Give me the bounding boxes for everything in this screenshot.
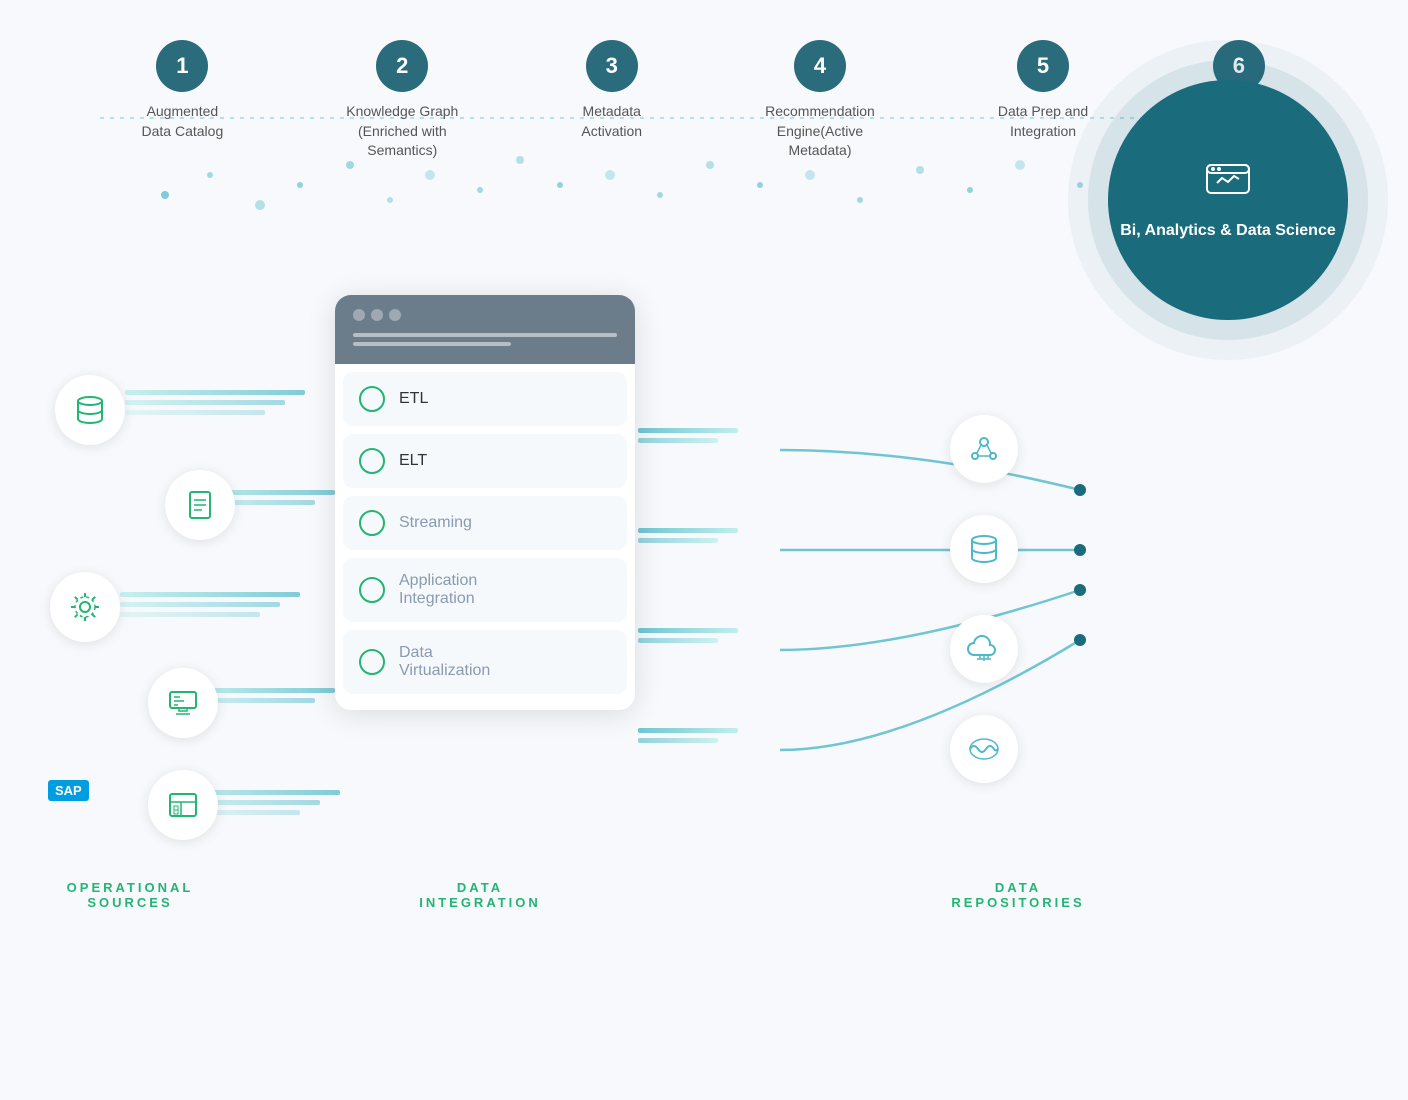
panel-dot-1 xyxy=(353,309,365,321)
top-item-3: 3 MetadataActivation xyxy=(581,40,642,141)
source-database-icon xyxy=(55,375,125,445)
etl-radio[interactable] xyxy=(359,386,385,412)
repo-database-icon xyxy=(950,515,1018,583)
streaming-label: Streaming xyxy=(399,514,472,532)
data-virt-label: DataVirtualization xyxy=(399,644,490,680)
source-document-icon xyxy=(165,470,235,540)
panel-titlebar xyxy=(335,295,635,364)
section-label-integration: DATAINTEGRATION xyxy=(330,880,630,910)
number-circle-1: 1 xyxy=(156,40,208,92)
top-item-1: 1 AugmentedData Catalog xyxy=(142,40,224,141)
streaming-radio[interactable] xyxy=(359,510,385,536)
number-circle-5: 5 xyxy=(1017,40,1069,92)
elt-radio[interactable] xyxy=(359,448,385,474)
section-label-operational: OPERATIONAL SOURCES xyxy=(30,880,230,910)
panel-item-data-virt[interactable]: DataVirtualization xyxy=(343,630,627,694)
top-item-2: 2 Knowledge Graph(Enriched withSemantics… xyxy=(346,40,458,161)
source-monitor-icon xyxy=(148,668,218,738)
panel-line-1 xyxy=(353,333,617,337)
panel-item-app-integration[interactable]: ApplicationIntegration xyxy=(343,558,627,622)
app-integration-label: ApplicationIntegration xyxy=(399,572,477,608)
top-item-5: 5 Data Prep andIntegration xyxy=(998,40,1088,141)
repo-graph-icon xyxy=(950,415,1018,483)
repo-wave-icon xyxy=(950,715,1018,783)
number-circle-4: 4 xyxy=(794,40,846,92)
bi-analytics-circle: Bi, Analytics & Data Science xyxy=(1108,80,1348,320)
panel-dot-3 xyxy=(389,309,401,321)
panel-item-streaming[interactable]: Streaming xyxy=(343,496,627,550)
bi-circle-icon xyxy=(1203,157,1253,208)
top-label-5: Data Prep andIntegration xyxy=(998,102,1088,141)
panel-window: ETL ELT Streaming ApplicationIntegration… xyxy=(335,295,635,710)
panel-items-list: ETL ELT Streaming ApplicationIntegration… xyxy=(335,364,635,710)
number-circle-3: 3 xyxy=(586,40,638,92)
elt-label: ELT xyxy=(399,452,427,470)
integration-panel: ETL ELT Streaming ApplicationIntegration… xyxy=(335,295,635,710)
repo-cloud-icon xyxy=(950,615,1018,683)
source-table-icon xyxy=(148,770,218,840)
sap-badge: SAP xyxy=(48,780,89,801)
source-gear-icon xyxy=(50,572,120,642)
panel-item-elt[interactable]: ELT xyxy=(343,434,627,488)
top-label-4: RecommendationEngine(ActiveMetadata) xyxy=(765,102,875,161)
etl-label: ETL xyxy=(399,390,428,408)
top-label-1: AugmentedData Catalog xyxy=(142,102,224,141)
app-integration-radio[interactable] xyxy=(359,577,385,603)
panel-item-etl[interactable]: ETL xyxy=(343,372,627,426)
section-label-repositories: DATAREPOSITORIES xyxy=(908,880,1128,910)
top-label-3: MetadataActivation xyxy=(581,102,642,141)
panel-dot-2 xyxy=(371,309,383,321)
data-virt-radio[interactable] xyxy=(359,649,385,675)
top-label-2: Knowledge Graph(Enriched withSemantics) xyxy=(346,102,458,161)
bi-circle-label: Bi, Analytics & Data Science xyxy=(1120,220,1336,242)
top-item-4: 4 RecommendationEngine(ActiveMetadata) xyxy=(765,40,875,161)
number-circle-2: 2 xyxy=(376,40,428,92)
panel-line-2 xyxy=(353,342,511,346)
